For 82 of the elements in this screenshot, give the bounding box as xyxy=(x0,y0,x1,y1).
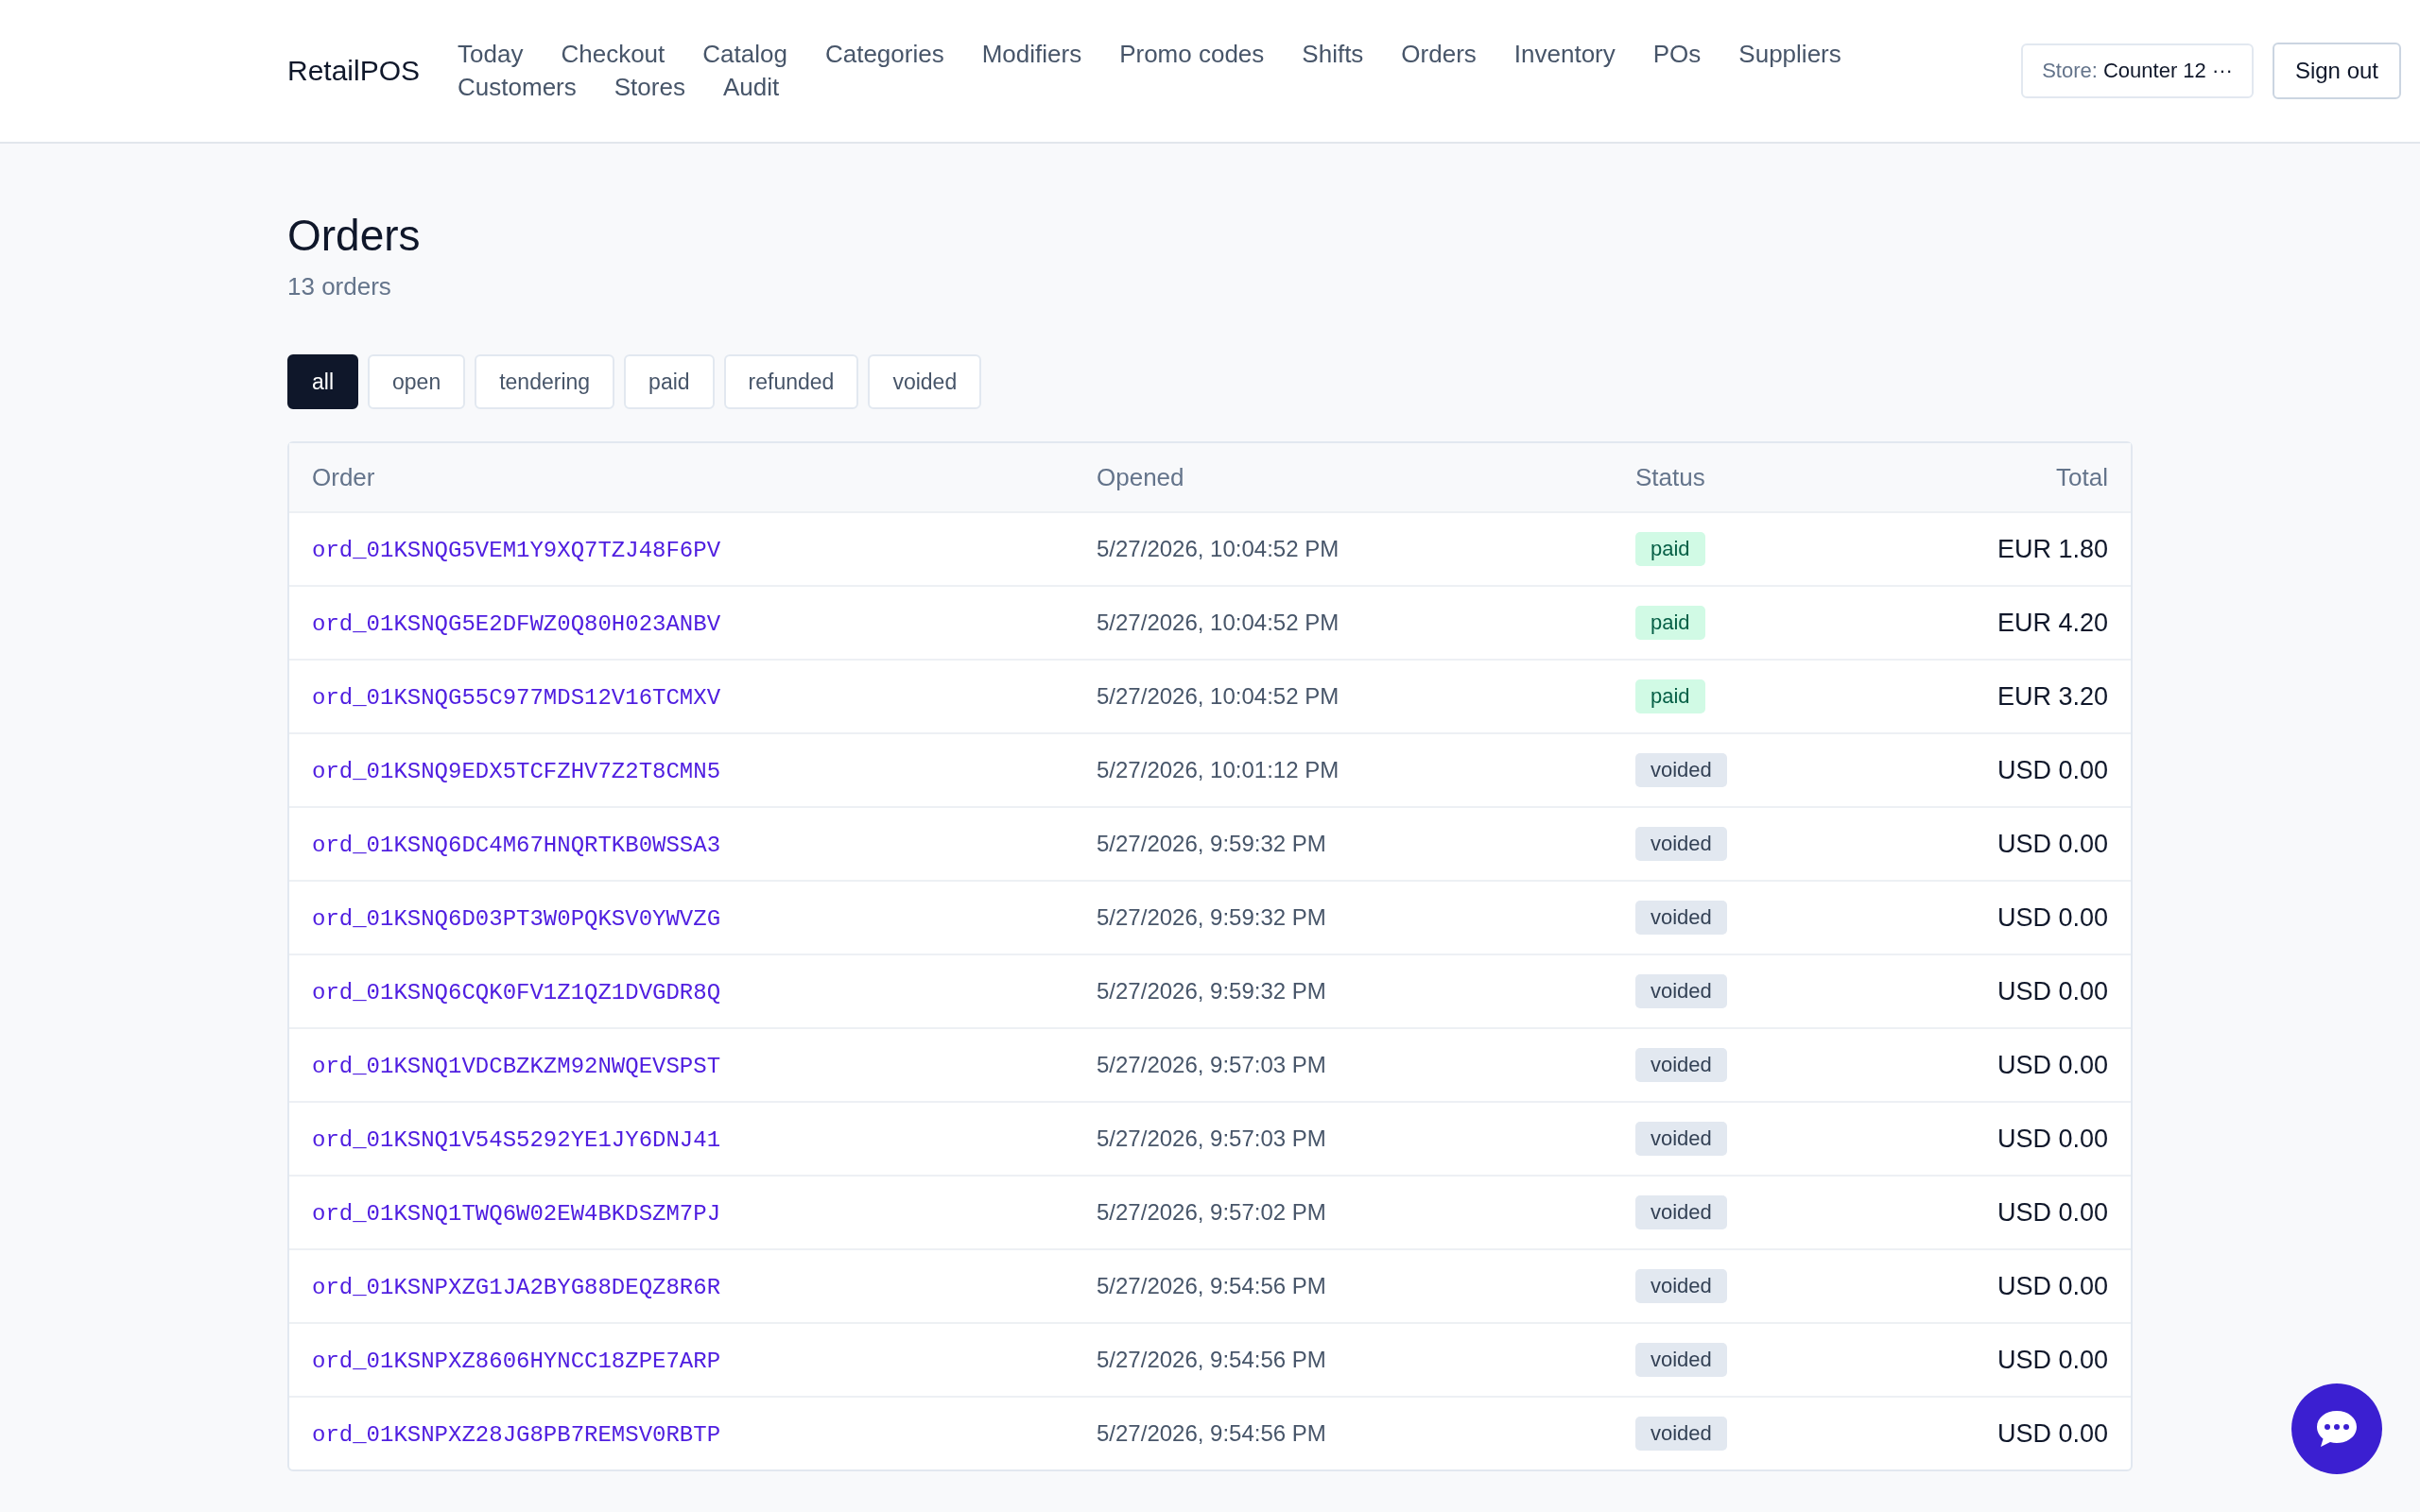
status-badge: voided xyxy=(1635,974,1727,1008)
status-badge: paid xyxy=(1635,679,1705,713)
nav-link[interactable]: Categories xyxy=(824,40,944,69)
order-link[interactable]: ord_01KSNQ1VDCBZKZM92NWQEVSPST xyxy=(312,1053,721,1079)
filter-chip[interactable]: open xyxy=(368,354,466,409)
order-total: USD 0.00 xyxy=(1996,1345,2108,1374)
order-link[interactable]: ord_01KSNPXZG1JA2BYG88DEQZ8R6R xyxy=(312,1274,721,1300)
filter-chip[interactable]: paid xyxy=(624,354,715,409)
opened-date: 5/27/2026, 10:04:52 PM xyxy=(1097,610,1340,635)
status-badge: voided xyxy=(1635,753,1727,787)
status-badge: paid xyxy=(1635,606,1705,640)
status-badge: voided xyxy=(1635,1195,1727,1229)
opened-date: 5/27/2026, 9:59:32 PM xyxy=(1097,831,1326,856)
order-total: USD 0.00 xyxy=(1996,1124,2108,1153)
nav-link[interactable]: Suppliers xyxy=(1738,40,1841,69)
page-title: Orders xyxy=(287,210,422,261)
order-total: USD 0.00 xyxy=(1996,755,2108,784)
status-badge: voided xyxy=(1635,901,1727,935)
order-total: USD 0.00 xyxy=(1996,976,2108,1005)
nav-link[interactable]: Catalog xyxy=(702,40,787,69)
nav-link[interactable]: Audit xyxy=(722,73,780,102)
chat-icon xyxy=(2314,1408,2360,1450)
column-header: Total xyxy=(2055,462,2108,492)
order-link[interactable]: ord_01KSNPXZ28JG8PB7REMSV0RBTP xyxy=(312,1421,721,1448)
column-header: Opened xyxy=(1097,462,1185,492)
order-total: EUR 1.80 xyxy=(1996,534,2108,563)
status-badge: voided xyxy=(1635,1269,1727,1303)
nav-link[interactable]: Inventory xyxy=(1513,40,1616,69)
order-total: USD 0.00 xyxy=(1996,1271,2108,1300)
order-total: USD 0.00 xyxy=(1996,1050,2108,1079)
filter-chip[interactable]: voided xyxy=(868,354,982,409)
nav-link[interactable]: Orders xyxy=(1401,40,1477,69)
order-link[interactable]: ord_01KSNQ6D03PT3W0PQKSV0YWVZG xyxy=(312,905,721,932)
order-link[interactable]: ord_01KSNQG5VEM1Y9XQ7TZJ48F6PV xyxy=(312,537,721,563)
opened-date: 5/27/2026, 10:04:52 PM xyxy=(1097,683,1340,709)
nav-link[interactable]: POs xyxy=(1652,40,1702,69)
status-badge: voided xyxy=(1635,827,1727,861)
order-total: EUR 3.20 xyxy=(1996,681,2108,711)
column-header: Order xyxy=(312,462,376,492)
filter-chip[interactable]: refunded xyxy=(723,354,859,409)
brand-name[interactable]: RetailPOS xyxy=(287,55,421,87)
status-badge: paid xyxy=(1635,532,1705,566)
order-link[interactable]: ord_01KSNQG55C977MDS12V16TCMXV xyxy=(312,684,721,711)
store-select[interactable]: Store: Counter 12 ··· xyxy=(2021,43,2254,98)
status-badge: voided xyxy=(1635,1048,1727,1082)
column-header: Status xyxy=(1635,462,1706,492)
order-total: USD 0.00 xyxy=(1996,1418,2108,1448)
nav-link[interactable]: Shifts xyxy=(1302,40,1364,69)
opened-date: 5/27/2026, 9:59:32 PM xyxy=(1097,904,1326,930)
nav-link[interactable]: Today xyxy=(458,40,524,69)
nav-link[interactable]: Modifiers xyxy=(981,40,1082,69)
status-badge: voided xyxy=(1635,1122,1727,1156)
order-link[interactable]: ord_01KSNQ1V54S5292YE1JY6DNJ41 xyxy=(312,1126,721,1153)
filter-chip[interactable]: tendering xyxy=(475,354,615,409)
opened-date: 5/27/2026, 9:57:03 PM xyxy=(1097,1125,1326,1151)
filter-chip[interactable]: all xyxy=(287,354,358,409)
opened-date: 5/27/2026, 9:59:32 PM xyxy=(1097,978,1326,1004)
order-total: USD 0.00 xyxy=(1996,829,2108,858)
opened-date: 5/27/2026, 10:04:52 PM xyxy=(1097,536,1340,561)
status-badge: voided xyxy=(1635,1343,1727,1377)
opened-date: 5/27/2026, 9:54:56 PM xyxy=(1097,1347,1326,1372)
opened-date: 5/27/2026, 9:57:03 PM xyxy=(1097,1052,1326,1077)
nav-link[interactable]: Promo codes xyxy=(1119,40,1265,69)
opened-date: 5/27/2026, 9:54:56 PM xyxy=(1097,1273,1326,1298)
order-link[interactable]: ord_01KSNQ6DC4M67HNQRTKB0WSSA3 xyxy=(312,832,721,858)
order-count: 13 orders xyxy=(287,272,392,301)
order-link[interactable]: ord_01KSNQ6CQK0FV1Z1QZ1DVGDR8Q xyxy=(312,979,721,1005)
order-link[interactable]: ord_01KSNQ9EDX5TCFZHV7Z2T8CMN5 xyxy=(312,758,721,784)
opened-date: 5/27/2026, 10:01:12 PM xyxy=(1097,757,1340,782)
opened-date: 5/27/2026, 9:57:02 PM xyxy=(1097,1199,1326,1225)
nav-link[interactable]: Customers xyxy=(458,73,577,102)
opened-date: 5/27/2026, 9:54:56 PM xyxy=(1097,1420,1326,1446)
order-link[interactable]: ord_01KSNQ1TWQ6W02EW4BKDSZM7PJ xyxy=(312,1200,721,1227)
nav-link[interactable]: Checkout xyxy=(561,40,666,69)
order-total: EUR 4.20 xyxy=(1996,608,2108,637)
order-link[interactable]: ord_01KSNQG5E2DFWZ0Q80H023ANBV xyxy=(312,610,721,637)
sign-out-button[interactable]: Sign out xyxy=(2272,43,2401,99)
order-total: USD 0.00 xyxy=(1996,902,2108,932)
nav-link[interactable]: Stores xyxy=(614,73,685,102)
order-total: USD 0.00 xyxy=(1996,1197,2108,1227)
order-link[interactable]: ord_01KSNPXZ8606HYNCC18ZPE7ARP xyxy=(312,1348,721,1374)
status-badge: voided xyxy=(1635,1417,1727,1451)
